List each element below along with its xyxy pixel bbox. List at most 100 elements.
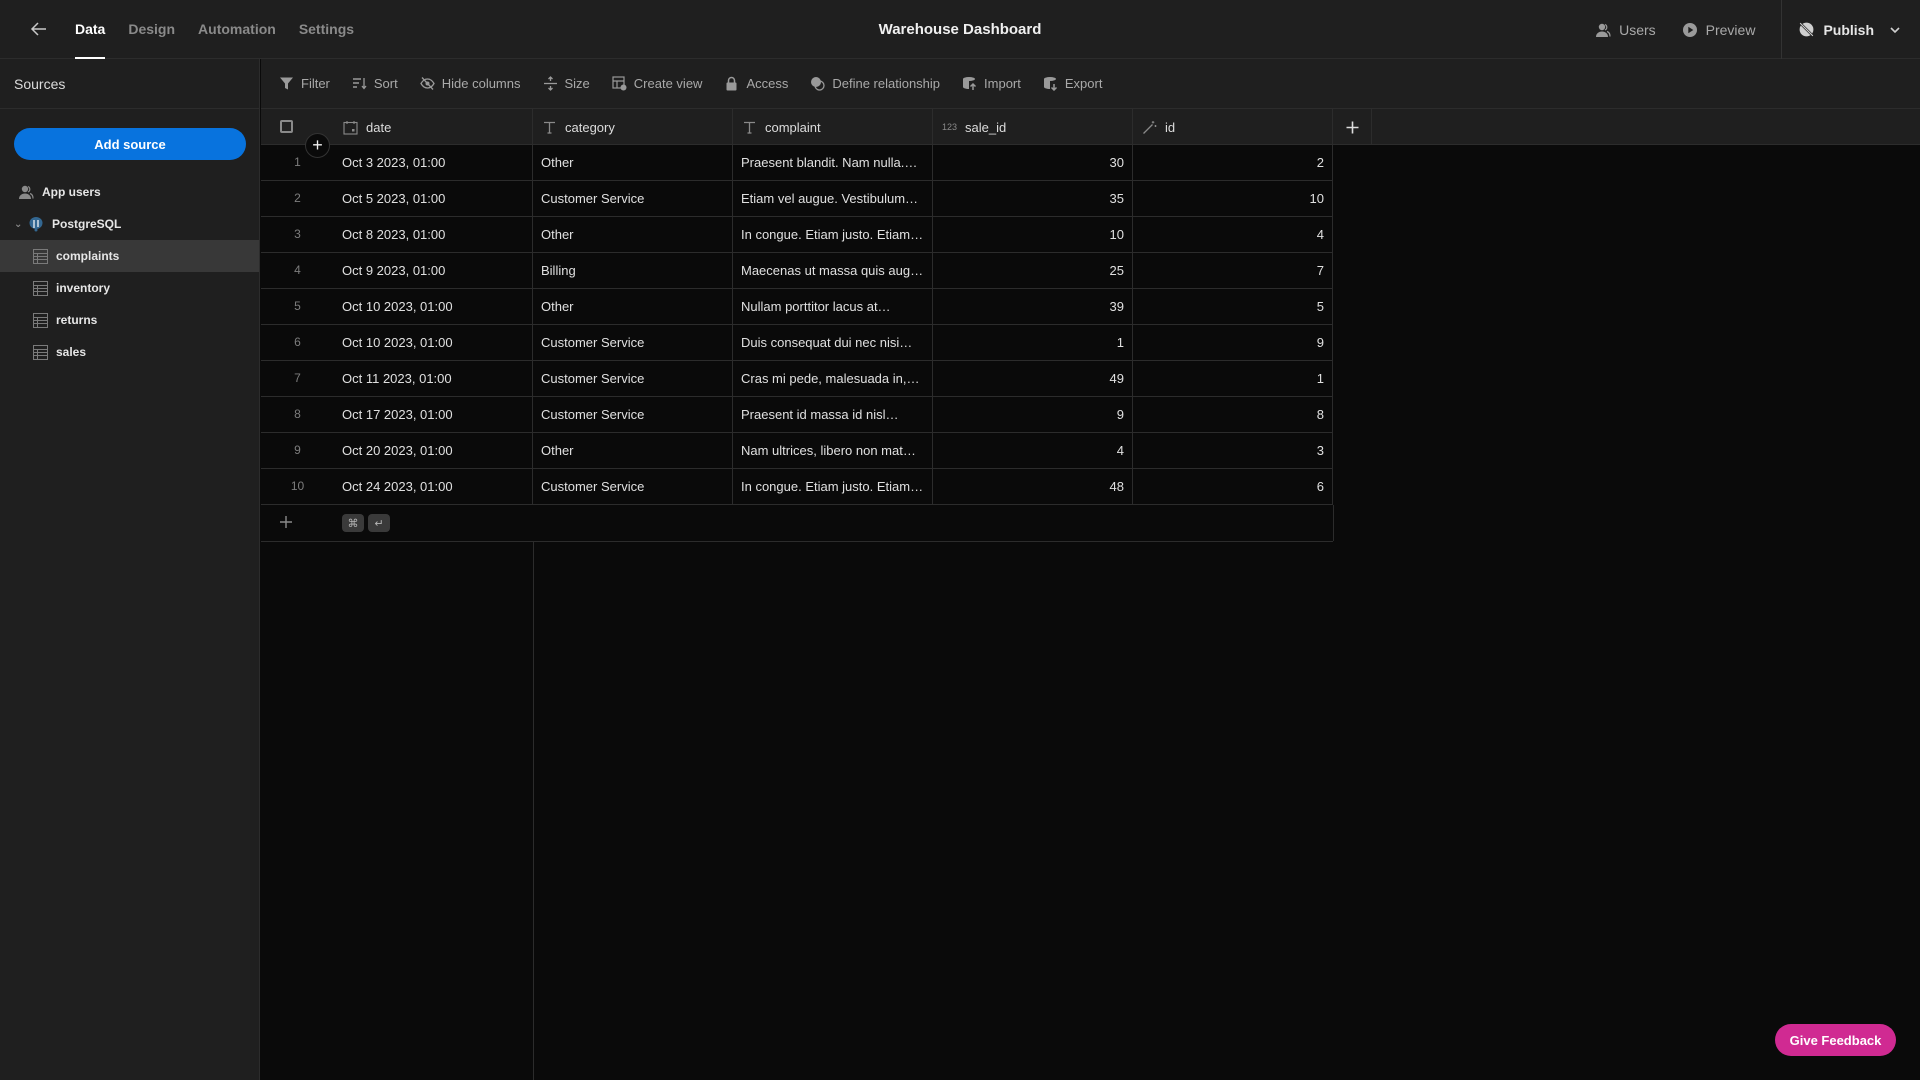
define-relationship-button[interactable]: Define relationship xyxy=(810,76,940,91)
publish-button[interactable]: Publish xyxy=(1781,0,1920,59)
cell-id[interactable]: 6 xyxy=(1133,469,1333,505)
cell-sale-id[interactable]: 1 xyxy=(933,325,1133,361)
cell-sale-id[interactable]: 30 xyxy=(933,145,1133,181)
cell-id[interactable]: 1 xyxy=(1133,361,1333,397)
column-header-date[interactable]: date xyxy=(334,109,533,145)
give-feedback-button[interactable]: Give Feedback xyxy=(1775,1024,1896,1056)
add-source-button[interactable]: Add source xyxy=(14,128,246,160)
cell-complaint[interactable]: Duis consequat dui nec nisi… xyxy=(733,325,933,361)
table-row[interactable]: 9 Oct 20 2023, 01:00 Other Nam ultrices, li… xyxy=(261,433,1333,469)
cell-complaint[interactable]: Cras mi pede, malesuada in,… xyxy=(733,361,933,397)
cell-date[interactable]: Oct 10 2023, 01:00 xyxy=(334,325,533,361)
add-column-button[interactable] xyxy=(1333,109,1372,145)
filter-button[interactable]: Filter xyxy=(279,76,330,91)
chevron-down-icon[interactable] xyxy=(1888,23,1902,37)
cell-sale-id[interactable]: 35 xyxy=(933,181,1133,217)
cell-complaint[interactable]: Praesent id massa id nisl… xyxy=(733,397,933,433)
cell-category[interactable]: Customer Service xyxy=(533,469,733,505)
sidebar-item-label: sales xyxy=(56,345,87,359)
sidebar-item-complaints[interactable]: complaints xyxy=(0,240,259,272)
cell-date[interactable]: Oct 11 2023, 01:00 xyxy=(334,361,533,397)
cell-sale-id[interactable]: 25 xyxy=(933,253,1133,289)
row-number: 9 xyxy=(294,443,301,457)
cell-category[interactable]: Billing xyxy=(533,253,733,289)
size-button[interactable]: Size xyxy=(543,76,590,91)
sidebar-item-inventory[interactable]: inventory xyxy=(0,272,259,304)
users-button[interactable]: Users xyxy=(1595,22,1656,38)
cell-sale-id[interactable]: 4 xyxy=(933,433,1133,469)
table-row[interactable]: 1 Oct 3 2023, 01:00 Other Praesent blandit.… xyxy=(261,145,1333,181)
table-row[interactable]: 6 Oct 10 2023, 01:00 Customer Service Duis … xyxy=(261,325,1333,361)
cell-sale-id[interactable]: 49 xyxy=(933,361,1133,397)
import-button[interactable]: Import xyxy=(962,76,1021,91)
cell-complaint[interactable]: In congue. Etiam justo. Etiam… xyxy=(733,469,933,505)
table-row[interactable]: 4 Oct 9 2023, 01:00 Billing Maecenas ut mas… xyxy=(261,253,1333,289)
tab-design[interactable]: Design xyxy=(128,0,175,59)
table-row[interactable]: 3 Oct 8 2023, 01:00 Other In congue. Etiam … xyxy=(261,217,1333,253)
cell-category[interactable]: Other xyxy=(533,433,733,469)
table-row[interactable]: 2 Oct 5 2023, 01:00 Customer Service Etiam … xyxy=(261,181,1333,217)
table-row[interactable]: 7 Oct 11 2023, 01:00 Customer Service Cras … xyxy=(261,361,1333,397)
cell-id[interactable]: 4 xyxy=(1133,217,1333,253)
cell-complaint[interactable]: Praesent blandit. Nam nulla.… xyxy=(733,145,933,181)
cell-id[interactable]: 3 xyxy=(1133,433,1333,469)
cell-complaint[interactable]: In congue. Etiam justo. Etiam… xyxy=(733,217,933,253)
cell-date[interactable]: Oct 3 2023, 01:00 xyxy=(334,145,533,181)
sidebar-item-postgresql[interactable]: ⌄ PostgreSQL xyxy=(0,208,259,240)
preview-button[interactable]: Preview xyxy=(1682,22,1755,38)
table-row[interactable]: 8 Oct 17 2023, 01:00 Customer Service Praes… xyxy=(261,397,1333,433)
cell-complaint[interactable]: Etiam vel augue. Vestibulum… xyxy=(733,181,933,217)
back-button[interactable] xyxy=(26,16,52,42)
tab-automation[interactable]: Automation xyxy=(198,0,276,59)
table-row[interactable]: 5 Oct 10 2023, 01:00 Other Nullam porttitor… xyxy=(261,289,1333,325)
cell-date[interactable]: Oct 17 2023, 01:00 xyxy=(334,397,533,433)
cell-date[interactable]: Oct 8 2023, 01:00 xyxy=(334,217,533,253)
column-header-complaint[interactable]: complaint xyxy=(733,109,933,145)
sidebar-item-sales[interactable]: sales xyxy=(0,336,259,368)
column-header-id[interactable]: id xyxy=(1133,109,1333,145)
chevron-down-icon[interactable]: ⌄ xyxy=(14,219,24,230)
cell-complaint[interactable]: Maecenas ut massa quis aug… xyxy=(733,253,933,289)
cell-id[interactable]: 5 xyxy=(1133,289,1333,325)
cell-date[interactable]: Oct 10 2023, 01:00 xyxy=(334,289,533,325)
cell-category[interactable]: Customer Service xyxy=(533,361,733,397)
tab-data[interactable]: Data xyxy=(75,0,106,59)
cell-date[interactable]: Oct 9 2023, 01:00 xyxy=(334,253,533,289)
cell-category[interactable]: Customer Service xyxy=(533,397,733,433)
cell-id[interactable]: 8 xyxy=(1133,397,1333,433)
cell-id[interactable]: 2 xyxy=(1133,145,1333,181)
sidebar-item-returns[interactable]: returns xyxy=(0,304,259,336)
cell-sale-id[interactable]: 39 xyxy=(933,289,1133,325)
cell-id[interactable]: 7 xyxy=(1133,253,1333,289)
cell-category[interactable]: Other xyxy=(533,145,733,181)
cell-id[interactable]: 10 xyxy=(1133,181,1333,217)
cell-id[interactable]: 9 xyxy=(1133,325,1333,361)
cell-category[interactable]: Other xyxy=(533,289,733,325)
cell-complaint[interactable]: Nam ultrices, libero non mat… xyxy=(733,433,933,469)
create-view-button[interactable]: Create view xyxy=(612,76,702,91)
column-header-sale-id[interactable]: 123 sale_id xyxy=(933,109,1133,145)
table-row[interactable]: 10 Oct 24 2023, 01:00 Customer Service In c… xyxy=(261,469,1333,505)
sidebar-item-app-users[interactable]: App users xyxy=(0,176,259,208)
add-row-button[interactable] xyxy=(278,514,294,530)
access-button[interactable]: Access xyxy=(724,76,788,91)
cell-sale-id[interactable]: 9 xyxy=(933,397,1133,433)
cell-date[interactable]: Oct 24 2023, 01:00 xyxy=(334,469,533,505)
cell-date[interactable]: Oct 20 2023, 01:00 xyxy=(334,433,533,469)
table-icon xyxy=(32,248,48,264)
tab-settings[interactable]: Settings xyxy=(299,0,354,59)
cell-sale-id[interactable]: 10 xyxy=(933,217,1133,253)
cell-date[interactable]: Oct 5 2023, 01:00 xyxy=(334,181,533,217)
sort-button[interactable]: Sort xyxy=(352,76,398,91)
hide-columns-button[interactable]: Hide columns xyxy=(419,76,521,91)
cell-sale-id[interactable]: 48 xyxy=(933,469,1133,505)
arrow-left-icon xyxy=(30,22,46,36)
cell-category[interactable]: Other xyxy=(533,217,733,253)
select-all-checkbox[interactable] xyxy=(280,120,293,133)
cell-category[interactable]: Customer Service xyxy=(533,181,733,217)
column-header-category[interactable]: category xyxy=(533,109,733,145)
export-button[interactable]: Export xyxy=(1043,76,1102,91)
cell-category[interactable]: Customer Service xyxy=(533,325,733,361)
add-row-icon[interactable]: + xyxy=(305,133,330,158)
cell-complaint[interactable]: Nullam porttitor lacus at… xyxy=(733,289,933,325)
